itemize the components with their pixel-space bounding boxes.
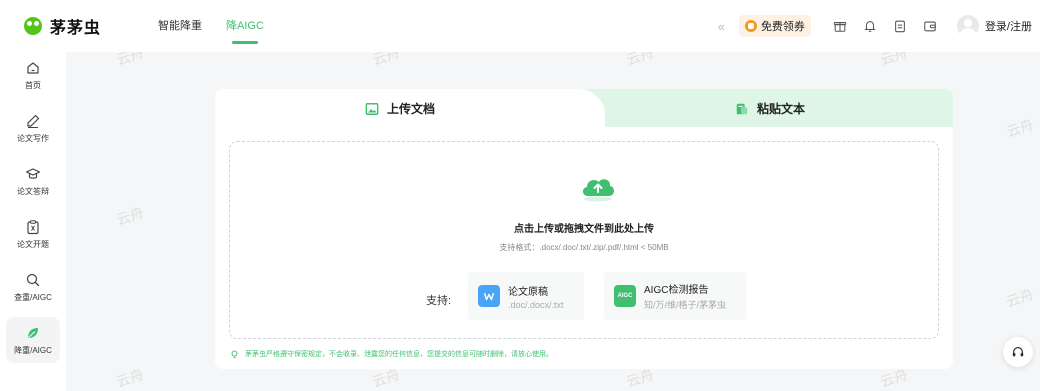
support-card-subtitle: .doc/.docx/.txt: [508, 299, 564, 310]
tab-label: 上传文档: [387, 102, 436, 116]
sidebar-item-check-aigc[interactable]: 查重/AIGC: [6, 264, 60, 310]
bug-logo-icon: [24, 17, 42, 35]
word-document-icon: [478, 285, 500, 307]
image-upload-icon: [365, 102, 379, 115]
login-register-link[interactable]: 登录/注册: [985, 18, 1032, 34]
sidebar-item-label: 论文答辩: [17, 186, 49, 196]
avatar[interactable]: [956, 15, 979, 37]
tab-upload-document[interactable]: 上传文档: [215, 89, 605, 127]
bell-icon[interactable]: [863, 19, 877, 33]
tab-bar: 粘贴文本 上传文档: [215, 89, 953, 127]
coupon-icon: [744, 20, 757, 32]
search-icon: [26, 273, 40, 286]
sidebar: 首页 论文写作 论文答辩 论文开题 查重/AIGC 降重/AIGC: [0, 52, 66, 391]
wallet-icon[interactable]: [923, 19, 937, 33]
clipboard-list-icon[interactable]: [893, 19, 907, 33]
pen-icon: [27, 114, 40, 128]
customer-service-button[interactable]: [1003, 337, 1033, 367]
brand[interactable]: 茅茅虫: [24, 14, 134, 38]
sidebar-item-home[interactable]: 首页: [6, 52, 60, 98]
watermark: 云舟: [1004, 116, 1036, 140]
sidebar-item-paper-writing[interactable]: 论文写作: [6, 105, 60, 151]
tab-label: 粘贴文本: [757, 102, 806, 116]
upload-card: 粘贴文本 上传文档 点击上传或拖拽文件到此处上传 支持格式：.docx/.doc…: [215, 89, 953, 369]
cloud-upload-icon: [582, 179, 615, 202]
sidebar-item-label: 查重/AIGC: [14, 292, 52, 302]
graduation-cap-icon: [25, 167, 41, 179]
sidebar-item-paper-defense[interactable]: 论文答辩: [6, 158, 60, 204]
home-icon: [27, 61, 39, 74]
sidebar-item-label: 首页: [25, 80, 41, 90]
top-bar: 茅茅虫 智能降重 降AIGC « 免费领券 登录/注册: [0, 0, 1040, 52]
nav-tab-smart-rewrite[interactable]: 智能降重: [158, 0, 202, 52]
privacy-notice-text: 茅茅虫严格遵守保密规定，不会收录、泄露您的任何信息，您提交的信息可随时删除，请放…: [245, 351, 553, 358]
nav-tab-reduce-aigc[interactable]: 降AIGC: [226, 0, 264, 52]
watermark: 云舟: [114, 204, 146, 228]
support-card-title: AIGC检测报告: [644, 285, 709, 296]
coupon-label: 免费领券: [760, 21, 805, 33]
brand-name: 茅茅虫: [50, 20, 102, 37]
double-chevron-left-icon[interactable]: «: [718, 19, 725, 34]
clipboard-icon: [27, 219, 39, 234]
headset-icon: [1012, 347, 1024, 357]
upload-formats: 支持格式：.docx/.doc/.txt/.zip/.pdf/.html < 5…: [499, 243, 669, 252]
lightbulb-icon: [231, 350, 238, 358]
sidebar-item-paper-proposal[interactable]: 论文开题: [6, 211, 60, 257]
tab-paste-text[interactable]: 粘贴文本: [575, 89, 953, 127]
sidebar-item-label: 论文开题: [17, 239, 49, 249]
support-card-subtitle: 知/万/维/格子/茅茅虫: [644, 300, 727, 310]
watermark: 云舟: [114, 366, 146, 390]
paste-icon: [736, 103, 748, 114]
support-card-paper-draft: 论文原稿 .doc/.docx/.txt: [468, 272, 584, 320]
free-coupon-button[interactable]: 免费领券: [738, 15, 811, 37]
sidebar-item-reduce-aigc[interactable]: 降重/AIGC: [6, 317, 60, 363]
privacy-notice: 茅茅虫严格遵守保密规定，不会收录、泄露您的任何信息，您提交的信息可随时删除，请放…: [230, 349, 553, 359]
leaf-icon: [28, 327, 38, 338]
support-card-aigc-report: AIGC AIGC检测报告 知/万/维/格子/茅茅虫: [604, 272, 746, 320]
support-label: 支持:: [426, 295, 452, 307]
sidebar-item-label: 论文写作: [17, 133, 49, 143]
sidebar-item-label: 降重/AIGC: [14, 345, 52, 355]
watermark: 云舟: [1004, 286, 1036, 310]
aigc-report-icon: AIGC: [614, 285, 636, 307]
upload-title: 点击上传或拖拽文件到此处上传: [514, 224, 654, 235]
support-card-title: 论文原稿: [508, 286, 548, 298]
gift-icon[interactable]: [833, 19, 847, 33]
upload-dropzone[interactable]: 点击上传或拖拽文件到此处上传 支持格式：.docx/.doc/.txt/.zip…: [229, 141, 939, 339]
